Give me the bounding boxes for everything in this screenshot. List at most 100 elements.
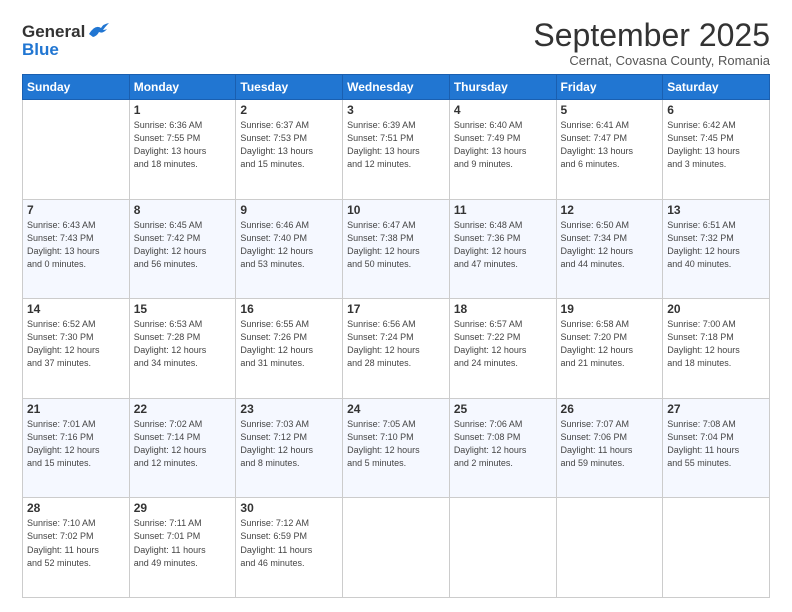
weekday-header-monday: Monday: [129, 75, 236, 100]
day-number: 28: [27, 501, 125, 515]
calendar-cell: 9 Sunrise: 6:46 AM Sunset: 7:40 PM Daylig…: [236, 199, 343, 299]
day-info: Sunrise: 7:07 AM Sunset: 7:06 PM Dayligh…: [561, 418, 659, 470]
calendar-cell: 30Sunrise: 7:12 AM Sunset: 6:59 PM Dayli…: [236, 498, 343, 598]
day-number: 6: [667, 103, 765, 117]
day-info: Sunrise: 6:58 AM Sunset: 7:20 PM Dayligh…: [561, 318, 659, 370]
day-number: 10: [347, 203, 445, 217]
day-info: Sunrise: 6:41 AM Sunset: 7:47 PM Dayligh…: [561, 119, 659, 171]
day-number: 17: [347, 302, 445, 316]
calendar-cell: 11Sunrise: 6:48 AM Sunset: 7:36 PM Dayli…: [449, 199, 556, 299]
day-number: 16: [240, 302, 338, 316]
day-info: Sunrise: 6:57 AM Sunset: 7:22 PM Dayligh…: [454, 318, 552, 370]
weekday-header-sunday: Sunday: [23, 75, 130, 100]
day-info: Sunrise: 6:52 AM Sunset: 7:30 PM Dayligh…: [27, 318, 125, 370]
weekday-header-friday: Friday: [556, 75, 663, 100]
calendar-cell: 26 Sunrise: 7:07 AM Sunset: 7:06 PM Dayli…: [556, 398, 663, 498]
day-number: 1: [134, 103, 232, 117]
day-info: Sunrise: 7:08 AM Sunset: 7:04 PM Dayligh…: [667, 418, 765, 470]
day-number: 7: [27, 203, 125, 217]
calendar-cell: 6Sunrise: 6:42 AM Sunset: 7:45 PM Daylig…: [663, 100, 770, 200]
day-info: Sunrise: 7:02 AM Sunset: 7:14 PM Dayligh…: [134, 418, 232, 470]
day-number: 3: [347, 103, 445, 117]
calendar-week-row: 28 Sunrise: 7:10 AM Sunset: 7:02 PM Dayli…: [23, 498, 770, 598]
day-number: 9: [240, 203, 338, 217]
calendar-cell: 3 Sunrise: 6:39 AM Sunset: 7:51 PM Daylig…: [343, 100, 450, 200]
calendar-cell: [449, 498, 556, 598]
calendar-cell: 1 Sunrise: 6:36 AM Sunset: 7:55 PM Daylig…: [129, 100, 236, 200]
day-number: 15: [134, 302, 232, 316]
calendar-cell: 8 Sunrise: 6:45 AM Sunset: 7:42 PM Daylig…: [129, 199, 236, 299]
day-number: 2: [240, 103, 338, 117]
calendar-cell: 28 Sunrise: 7:10 AM Sunset: 7:02 PM Dayli…: [23, 498, 130, 598]
day-number: 13: [667, 203, 765, 217]
header: General Blue September 2025 Cernat, Cova…: [22, 18, 770, 68]
day-info: Sunrise: 6:50 AM Sunset: 7:34 PM Dayligh…: [561, 219, 659, 271]
day-info: Sunrise: 7:03 AM Sunset: 7:12 PM Dayligh…: [240, 418, 338, 470]
calendar-cell: 17Sunrise: 6:56 AM Sunset: 7:24 PM Dayli…: [343, 299, 450, 399]
calendar-cell: [23, 100, 130, 200]
day-info: Sunrise: 6:36 AM Sunset: 7:55 PM Dayligh…: [134, 119, 232, 171]
calendar-cell: 10 Sunrise: 6:47 AM Sunset: 7:38 PM Dayli…: [343, 199, 450, 299]
calendar-cell: 27 Sunrise: 7:08 AM Sunset: 7:04 PM Dayli…: [663, 398, 770, 498]
day-info: Sunrise: 7:01 AM Sunset: 7:16 PM Dayligh…: [27, 418, 125, 470]
calendar-cell: 18 Sunrise: 6:57 AM Sunset: 7:22 PM Dayli…: [449, 299, 556, 399]
day-info: Sunrise: 6:39 AM Sunset: 7:51 PM Dayligh…: [347, 119, 445, 171]
weekday-header-row: SundayMondayTuesdayWednesdayThursdayFrid…: [23, 75, 770, 100]
weekday-header-saturday: Saturday: [663, 75, 770, 100]
day-number: 22: [134, 402, 232, 416]
calendar-cell: 25Sunrise: 7:06 AM Sunset: 7:08 PM Dayli…: [449, 398, 556, 498]
day-info: Sunrise: 6:46 AM Sunset: 7:40 PM Dayligh…: [240, 219, 338, 271]
calendar-cell: 16Sunrise: 6:55 AM Sunset: 7:26 PM Dayli…: [236, 299, 343, 399]
day-number: 29: [134, 501, 232, 515]
calendar-cell: [556, 498, 663, 598]
day-info: Sunrise: 6:47 AM Sunset: 7:38 PM Dayligh…: [347, 219, 445, 271]
day-number: 27: [667, 402, 765, 416]
calendar-cell: 22 Sunrise: 7:02 AM Sunset: 7:14 PM Dayli…: [129, 398, 236, 498]
day-number: 14: [27, 302, 125, 316]
calendar-cell: 4 Sunrise: 6:40 AM Sunset: 7:49 PM Daylig…: [449, 100, 556, 200]
calendar-cell: 14 Sunrise: 6:52 AM Sunset: 7:30 PM Dayli…: [23, 299, 130, 399]
location-subtitle: Cernat, Covasna County, Romania: [533, 53, 770, 68]
day-number: 19: [561, 302, 659, 316]
weekday-header-thursday: Thursday: [449, 75, 556, 100]
day-info: Sunrise: 6:40 AM Sunset: 7:49 PM Dayligh…: [454, 119, 552, 171]
day-number: 11: [454, 203, 552, 217]
day-number: 25: [454, 402, 552, 416]
calendar-cell: [663, 498, 770, 598]
day-info: Sunrise: 7:05 AM Sunset: 7:10 PM Dayligh…: [347, 418, 445, 470]
logo-general: General: [22, 22, 85, 42]
day-number: 26: [561, 402, 659, 416]
day-info: Sunrise: 6:51 AM Sunset: 7:32 PM Dayligh…: [667, 219, 765, 271]
day-number: 23: [240, 402, 338, 416]
day-number: 24: [347, 402, 445, 416]
calendar-cell: 21 Sunrise: 7:01 AM Sunset: 7:16 PM Dayli…: [23, 398, 130, 498]
day-info: Sunrise: 6:37 AM Sunset: 7:53 PM Dayligh…: [240, 119, 338, 171]
calendar-week-row: 7 Sunrise: 6:43 AM Sunset: 7:43 PM Daylig…: [23, 199, 770, 299]
day-info: Sunrise: 7:00 AM Sunset: 7:18 PM Dayligh…: [667, 318, 765, 370]
day-info: Sunrise: 6:53 AM Sunset: 7:28 PM Dayligh…: [134, 318, 232, 370]
day-info: Sunrise: 6:45 AM Sunset: 7:42 PM Dayligh…: [134, 219, 232, 271]
title-section: September 2025 Cernat, Covasna County, R…: [533, 18, 770, 68]
calendar-cell: 15 Sunrise: 6:53 AM Sunset: 7:28 PM Dayli…: [129, 299, 236, 399]
day-info: Sunrise: 6:43 AM Sunset: 7:43 PM Dayligh…: [27, 219, 125, 271]
calendar-cell: [343, 498, 450, 598]
calendar-week-row: 21 Sunrise: 7:01 AM Sunset: 7:16 PM Dayli…: [23, 398, 770, 498]
calendar-table: SundayMondayTuesdayWednesdayThursdayFrid…: [22, 74, 770, 598]
calendar-week-row: 1 Sunrise: 6:36 AM Sunset: 7:55 PM Daylig…: [23, 100, 770, 200]
calendar-cell: 12 Sunrise: 6:50 AM Sunset: 7:34 PM Dayli…: [556, 199, 663, 299]
day-number: 8: [134, 203, 232, 217]
logo: General Blue: [22, 22, 109, 60]
day-number: 4: [454, 103, 552, 117]
day-number: 30: [240, 501, 338, 515]
calendar-cell: 23 Sunrise: 7:03 AM Sunset: 7:12 PM Dayli…: [236, 398, 343, 498]
calendar-week-row: 14 Sunrise: 6:52 AM Sunset: 7:30 PM Dayli…: [23, 299, 770, 399]
day-number: 21: [27, 402, 125, 416]
calendar-cell: 19 Sunrise: 6:58 AM Sunset: 7:20 PM Dayli…: [556, 299, 663, 399]
calendar-cell: 13 Sunrise: 6:51 AM Sunset: 7:32 PM Dayli…: [663, 199, 770, 299]
page: General Blue September 2025 Cernat, Cova…: [0, 0, 792, 612]
weekday-header-tuesday: Tuesday: [236, 75, 343, 100]
day-info: Sunrise: 7:10 AM Sunset: 7:02 PM Dayligh…: [27, 517, 125, 569]
day-number: 18: [454, 302, 552, 316]
calendar-cell: 29Sunrise: 7:11 AM Sunset: 7:01 PM Dayli…: [129, 498, 236, 598]
day-number: 12: [561, 203, 659, 217]
